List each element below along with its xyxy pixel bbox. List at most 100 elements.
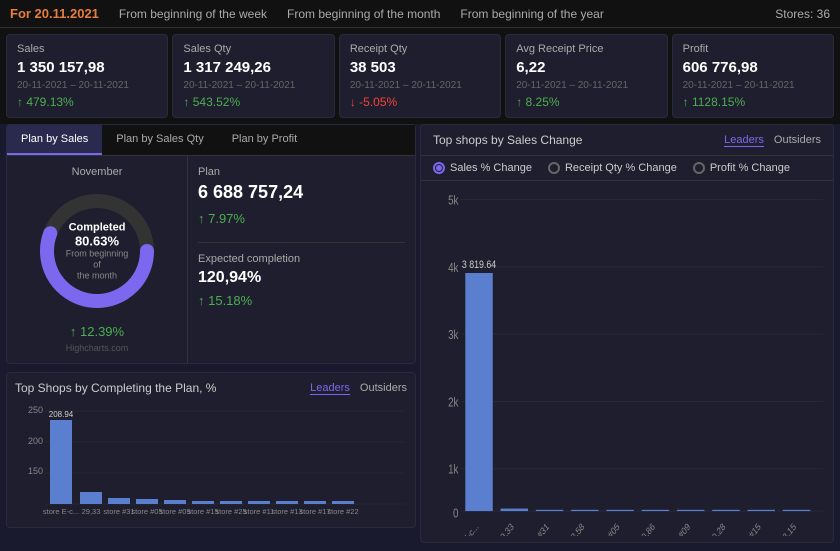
radio-profit-change[interactable]: Profit % Change [693,162,790,174]
tab-plan-by-sales[interactable]: Plan by Sales [7,125,102,155]
radio-circle-profit [693,162,705,174]
kpi-card-2: Receipt Qty 38 503 20-11-2021 – 20-11-20… [339,34,501,118]
svg-text:150: 150 [28,466,43,476]
svg-text:store #09: store #09 [159,507,190,516]
right-panel-title: Top shops by Sales Change [433,133,582,147]
expected-value: 120,94% [198,269,405,287]
svg-text:2k: 2k [448,396,459,409]
kpi-date-3: 20-11-2021 – 20-11-2021 [516,80,656,91]
bottom-left-header: Top Shops by Completing the Plan, % Lead… [15,381,407,395]
nav-month[interactable]: From beginning of the month [287,7,440,21]
subtab-bar: Leaders Outsiders [310,382,407,395]
right-tab-leaders[interactable]: Leaders [724,134,764,147]
right-panel: Top shops by Sales Change Leaders Outsid… [420,124,834,543]
svg-text:0: 0 [453,507,458,520]
bottom-left-title: Top Shops by Completing the Plan, % [15,381,216,395]
radio-receipt-qty[interactable]: Receipt Qty % Change [548,162,677,174]
svg-text:13,58: 13,58 [566,521,586,536]
svg-text:8,15: 8,15 [781,521,798,536]
radio-dot-sales [436,165,442,171]
right-chart-svg: 5k 4k 3k 2k 1k 0 3 819.64 [431,187,823,536]
svg-text:store E-c...: store E-c... [447,521,480,536]
svg-text:3k: 3k [448,329,459,342]
right-panel-header: Top shops by Sales Change Leaders Outsid… [421,125,833,156]
radio-circle-sales [433,162,445,174]
radio-bar: Sales % Change Receipt Qty % Change Prof… [421,156,833,181]
donut-center-sub: From beginning ofthe month [65,248,130,280]
donut-month: November [72,166,123,178]
svg-text:store #31: store #31 [103,507,134,516]
subtab-leaders[interactable]: Leaders [310,382,350,395]
svg-text:store #15: store #15 [187,507,218,516]
kpi-value-3: 6,22 [516,59,656,76]
nav-year[interactable]: From beginning of the year [460,7,603,21]
tab-plan-by-qty[interactable]: Plan by Sales Qty [102,125,217,155]
svg-text:store #15: store #15 [733,521,762,536]
svg-text:5k: 5k [448,194,459,207]
svg-text:store #05: store #05 [592,521,621,536]
highcharts-credit: Highcharts.com [66,343,129,353]
main-content: Plan by Sales Plan by Sales Qty Plan by … [0,124,840,549]
svg-text:208.94: 208.94 [49,410,74,419]
svg-text:10,28: 10,28 [707,521,727,536]
svg-text:store #22: store #22 [327,507,358,516]
right-tab-outsiders[interactable]: Outsiders [774,134,821,147]
right-chart-area: 5k 4k 3k 2k 1k 0 3 819.64 [421,181,833,542]
kpi-label-2: Receipt Qty [350,43,490,55]
svg-text:store #05: store #05 [131,507,162,516]
svg-text:store E-c...: store E-c... [43,507,79,516]
radio-circle-receipt [548,162,560,174]
kpi-value-0: 1 350 157,98 [17,59,157,76]
expected-change: ↑ 15.18% [198,293,405,308]
svg-text:29,33: 29,33 [496,521,516,536]
kpi-card-0: Sales 1 350 157,98 20-11-2021 – 20-11-20… [6,34,168,118]
plan-area: Plan 6 688 757,24 ↑ 7.97% Expected compl… [187,156,415,363]
kpi-change-2: ↓ -5.05% [350,95,490,109]
expected-label: Expected completion [198,253,405,265]
donut-center: Completed 80.63% From beginning ofthe mo… [65,221,130,280]
nav-week[interactable]: From beginning of the week [119,7,267,21]
tab-plan-by-profit[interactable]: Plan by Profit [218,125,311,155]
subtab-outsiders[interactable]: Outsiders [360,382,407,395]
kpi-date-0: 20-11-2021 – 20-11-2021 [17,80,157,91]
kpi-change-4: ↑ 1128.15% [683,95,823,109]
kpi-change-0: ↑ 479.13% [17,95,157,109]
right-panel-tabs: Leaders Outsiders [724,134,821,147]
kpi-change-1: ↑ 543.52% [183,95,323,109]
kpi-label-1: Sales Qty [183,43,323,55]
kpi-label-0: Sales [17,43,157,55]
svg-text:store #17: store #17 [299,507,330,516]
kpi-label-4: Profit [683,43,823,55]
svg-text:1k: 1k [448,464,459,477]
svg-text:200: 200 [28,436,43,446]
svg-text:store #25: store #25 [215,507,246,516]
kpi-card-3: Avg Receipt Price 6,22 20-11-2021 – 20-1… [505,34,667,118]
svg-text:store #31: store #31 [522,521,551,536]
left-panels-wrapper: Plan by Sales Plan by Sales Qty Plan by … [6,124,416,543]
donut-change: ↑ 12.39% [70,324,124,339]
svg-text:store #11: store #11 [244,507,275,516]
kpi-label-3: Avg Receipt Price [516,43,656,55]
kpi-date-1: 20-11-2021 – 20-11-2021 [183,80,323,91]
bottom-left-svg: 250 200 150 208.94 [15,401,405,516]
donut-center-label: Completed [65,221,130,233]
plan-divider [198,242,405,243]
svg-text:4k: 4k [448,262,459,275]
kpi-date-4: 20-11-2021 – 20-11-2021 [683,80,823,91]
svg-text:10,86: 10,86 [637,521,657,536]
svg-text:store #09: store #09 [663,521,692,536]
kpi-date-2: 20-11-2021 – 20-11-2021 [350,80,490,91]
kpi-value-4: 606 776,98 [683,59,823,76]
bottom-left-panel: Top Shops by Completing the Plan, % Lead… [6,372,416,528]
radio-sales-change[interactable]: Sales % Change [433,162,532,174]
kpi-card-1: Sales Qty 1 317 249,26 20-11-2021 – 20-1… [172,34,334,118]
left-body: November Completed 80.63% From beginning… [7,156,415,363]
donut-center-pct: 80.63% [65,233,130,248]
kpi-value-1: 1 317 249,26 [183,59,323,76]
plan-label: Plan [198,166,405,178]
donut-area: November Completed 80.63% From beginning… [7,156,187,363]
bottom-left-chart: 250 200 150 208.94 [15,401,407,519]
donut-container: Completed 80.63% From beginning ofthe mo… [32,186,162,316]
kpi-change-3: ↑ 8.25% [516,95,656,109]
kpi-value-2: 38 503 [350,59,490,76]
